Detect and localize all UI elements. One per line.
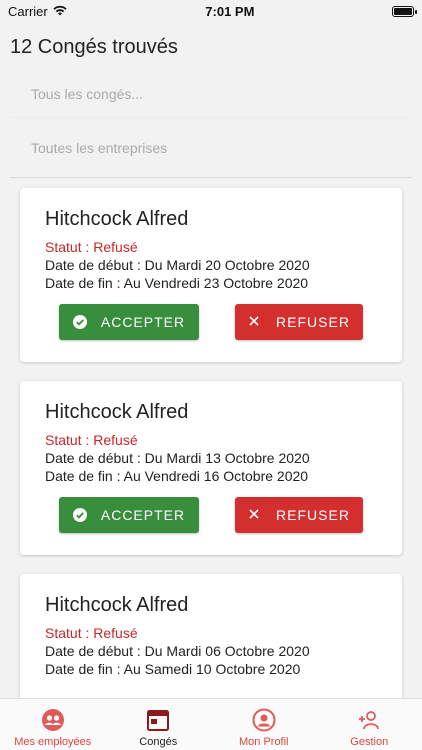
profile-icon [252, 708, 276, 732]
page-title: 12 Congés trouvés [10, 36, 178, 58]
conges-list: Hitchcock Alfred Statut : Refusé Date de… [0, 188, 422, 748]
tab-mes-employees[interactable]: Mes employées [0, 699, 106, 750]
close-icon [248, 508, 262, 522]
check-circle-icon [72, 508, 87, 522]
calendar-icon [146, 708, 170, 732]
refuse-label: REFUSER [276, 314, 350, 330]
tab-label: Mon Profil [238, 736, 289, 748]
refuse-button[interactable]: REFUSER [235, 304, 363, 340]
add-person-icon [357, 708, 381, 732]
end-date: Date de fin : Au Samedi 10 Octobre 2020 [45, 661, 301, 677]
employee-name: Hitchcock Alfred [45, 401, 189, 423]
tab-bar: Mes employées Congés Mon Profil Gestion [0, 698, 422, 750]
tab-label: Mes employées [14, 736, 92, 748]
carrier-label: Carrier [8, 3, 48, 19]
employee-name: Hitchcock Alfred [45, 208, 189, 230]
status-text: Statut : Refusé [45, 432, 138, 448]
accept-label: ACCEPTER [100, 507, 186, 523]
wifi-icon [52, 4, 68, 19]
tab-conges[interactable]: Congés [106, 699, 212, 750]
start-date: Date de début : Du Mardi 20 Octobre 2020 [45, 257, 310, 273]
conges-filter-placeholder: Tous les congés... [31, 86, 144, 102]
close-icon [248, 315, 262, 329]
conges-filter[interactable]: Tous les congés... [10, 80, 412, 118]
status-bar: Carrier 7:01 PM [0, 0, 422, 22]
status-text: Statut : Refusé [45, 239, 138, 255]
conge-card: Hitchcock Alfred Statut : Refusé Date de… [20, 188, 402, 362]
entreprises-filter-placeholder: Toutes les entreprises [31, 139, 168, 156]
employee-name: Hitchcock Alfred [45, 594, 189, 616]
entreprises-filter[interactable]: Toutes les entreprises [10, 118, 412, 178]
tab-mon-profil[interactable]: Mon Profil [211, 699, 317, 750]
battery-icon [392, 5, 417, 17]
end-date: Date de fin : Au Vendredi 23 Octobre 202… [45, 275, 309, 291]
refuse-label: REFUSER [276, 507, 350, 523]
check-circle-icon [72, 315, 87, 329]
start-date: Date de début : Du Mardi 06 Octobre 2020 [45, 643, 310, 659]
conge-card: Hitchcock Alfred Statut : Refusé Date de… [20, 381, 402, 555]
tab-gestion[interactable]: Gestion [317, 699, 422, 750]
end-date: Date de fin : Au Vendredi 16 Octobre 202… [45, 468, 309, 484]
accept-button[interactable]: ACCEPTER [59, 497, 199, 533]
tab-label: Gestion [350, 736, 389, 748]
refuse-button[interactable]: REFUSER [235, 497, 363, 533]
status-text: Statut : Refusé [45, 625, 138, 641]
accept-label: ACCEPTER [100, 314, 186, 330]
start-date: Date de début : Du Mardi 13 Octobre 2020 [45, 450, 310, 466]
group-icon [41, 708, 65, 732]
accept-button[interactable]: ACCEPTER [59, 304, 199, 340]
clock: 7:01 PM [205, 3, 255, 19]
tab-label: Congés [139, 736, 178, 748]
